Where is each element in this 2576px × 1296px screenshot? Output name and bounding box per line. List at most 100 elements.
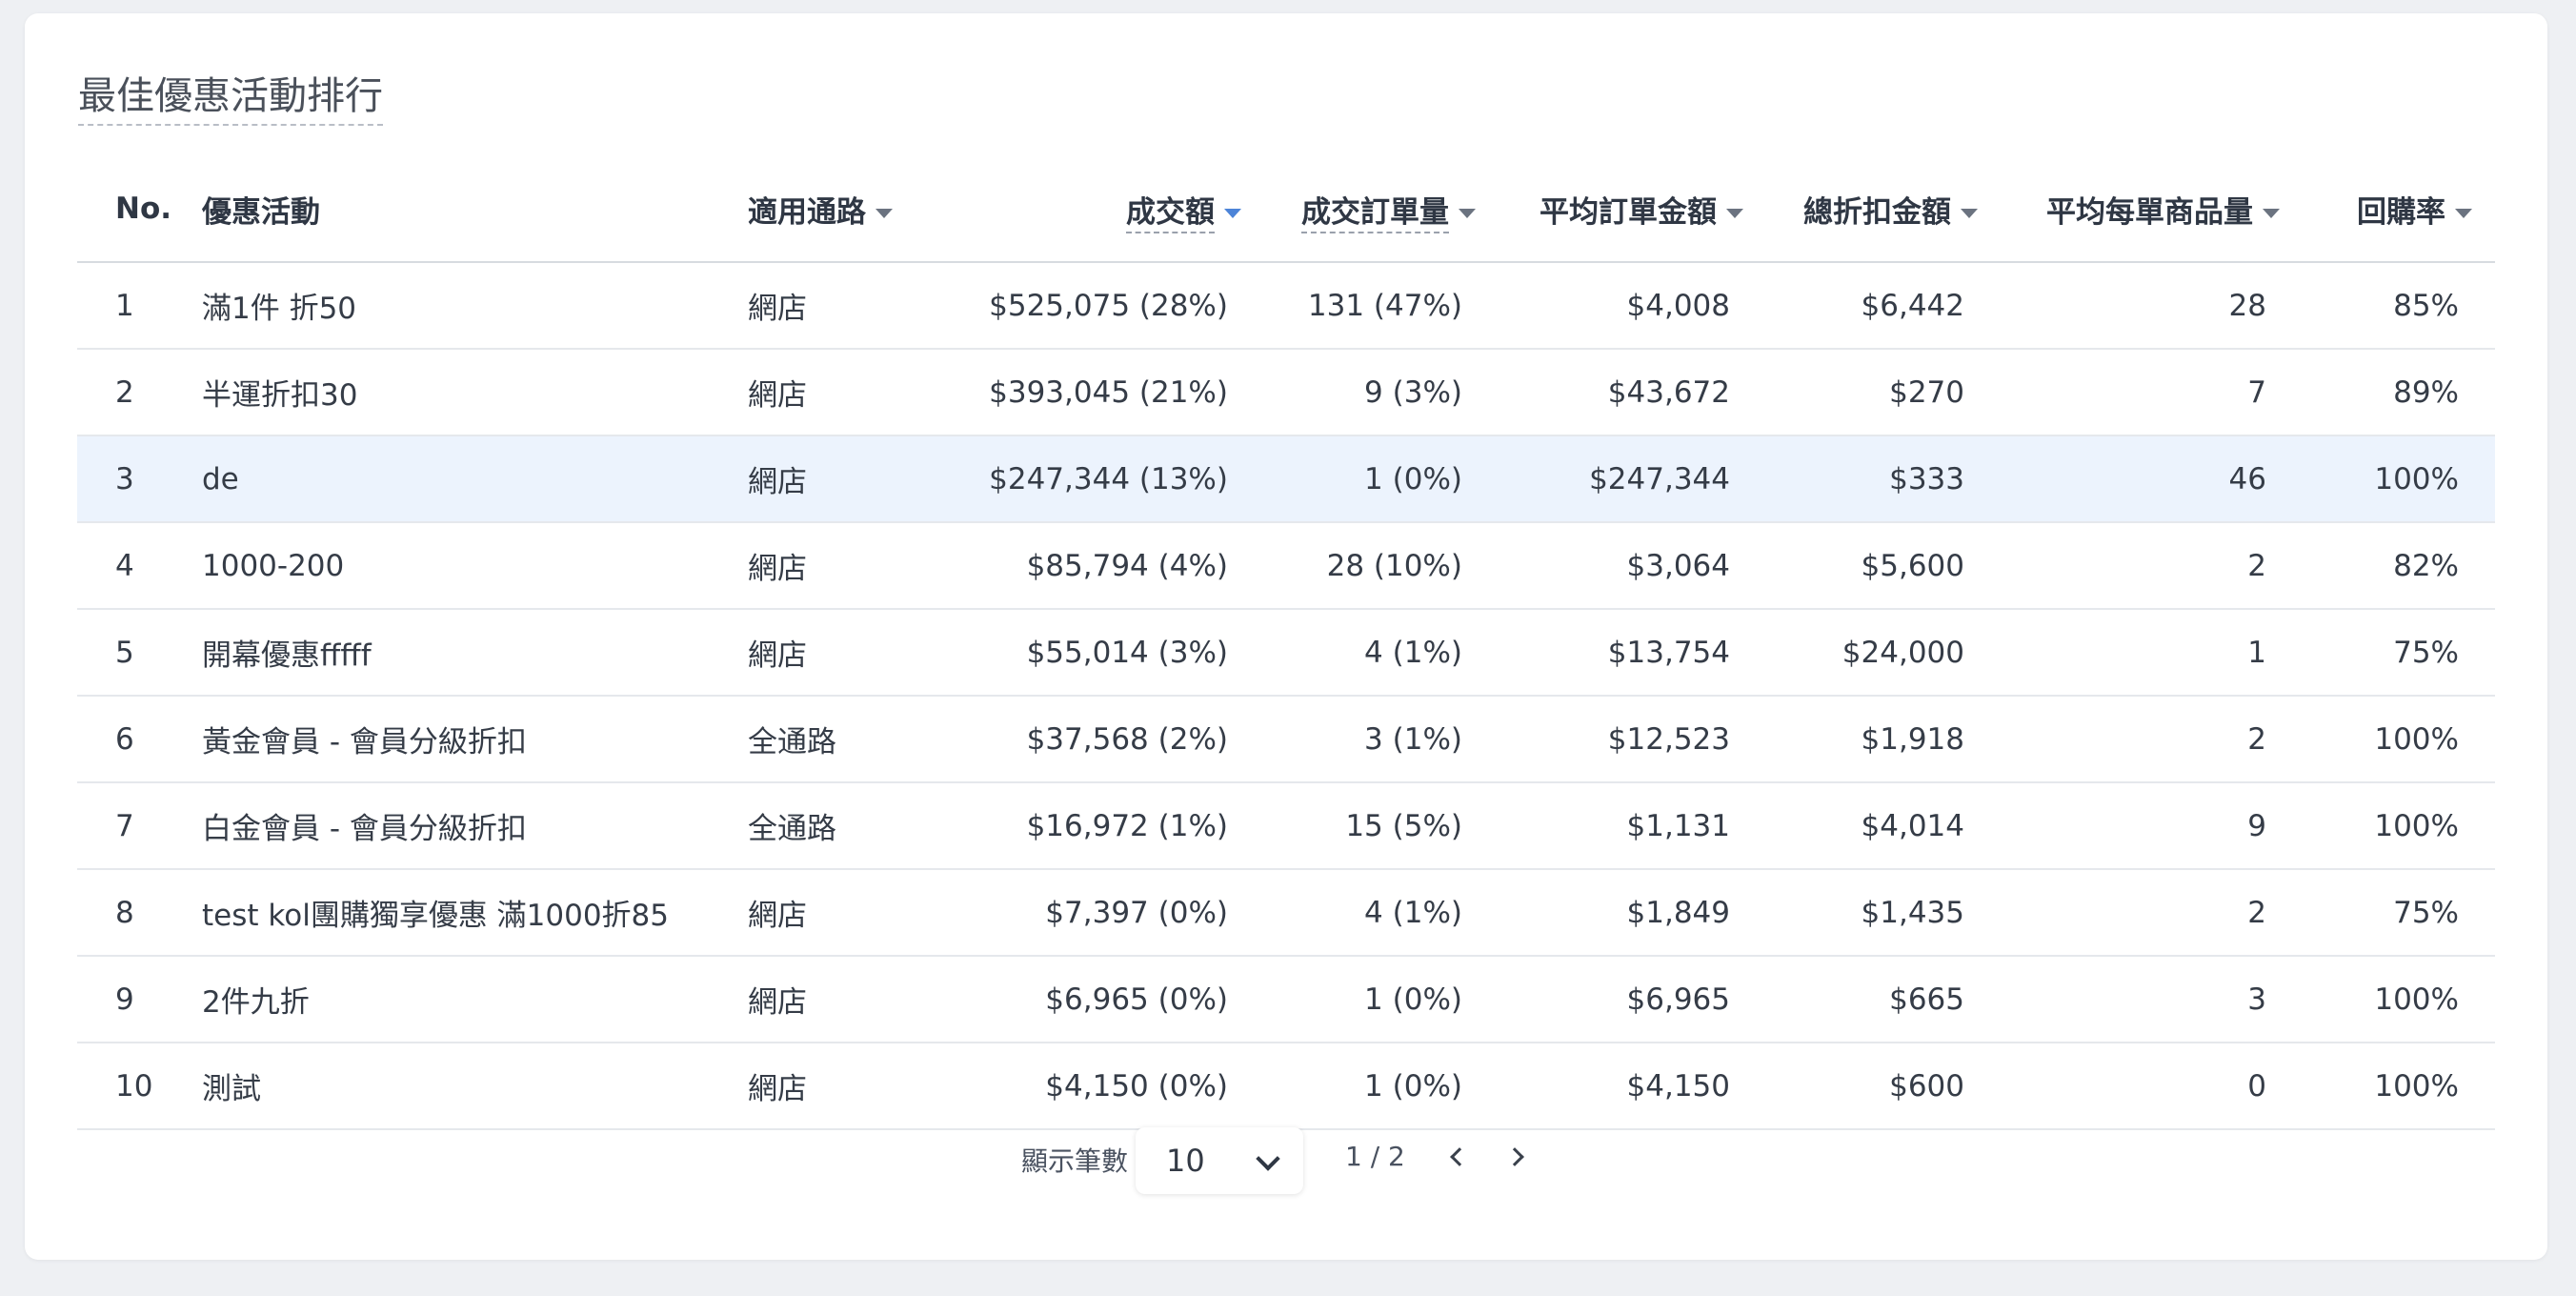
cell-discount: $333 <box>1766 435 2001 523</box>
cell-campaign: 測試 <box>202 1043 748 1130</box>
sort-caret-icon[interactable] <box>1459 209 1476 218</box>
cell-repurchase: 89% <box>2303 349 2495 436</box>
cell-discount: $665 <box>1766 956 2001 1043</box>
cell-avg-items: 7 <box>2001 349 2303 436</box>
cell-no: 4 <box>77 522 202 610</box>
cell-repurchase: 82% <box>2303 522 2495 610</box>
table-row: 2 半運折扣30 網店 $393,045 (21%) 9 (3%) $43,67… <box>77 349 2495 436</box>
cell-no: 3 <box>77 435 202 523</box>
cell-avg-order: $1,849 <box>1499 869 1766 957</box>
cell-avg-order: $6,965 <box>1499 956 1766 1043</box>
table-row: 6 黃金會員 - 會員分級折扣 全通路 $37,568 (2%) 3 (1%) … <box>77 696 2495 783</box>
cell-channel: 網店 <box>748 262 900 350</box>
cell-revenue: $55,014 (3%) <box>900 609 1264 697</box>
cell-repurchase: 100% <box>2303 696 2495 783</box>
cell-avg-order: $247,344 <box>1499 435 1766 523</box>
cell-revenue: $37,568 (2%) <box>900 696 1264 783</box>
cell-discount: $4,014 <box>1766 782 2001 870</box>
cell-avg-items: 2 <box>2001 869 2303 957</box>
cell-avg-items: 46 <box>2001 435 2303 523</box>
cell-discount: $1,918 <box>1766 696 2001 783</box>
table-row-highlighted: 3 de 網店 $247,344 (13%) 1 (0%) $247,344 $… <box>77 435 2495 523</box>
table-row: 7 白金會員 - 會員分級折扣 全通路 $16,972 (1%) 15 (5%)… <box>77 782 2495 870</box>
column-header-orders[interactable]: 成交訂單量 <box>1264 156 1499 263</box>
ranking-card: 最佳優惠活動排行 No. 優惠活動 適用通路 成交額 成交訂單量 平均訂單金額 … <box>25 13 2547 1260</box>
cell-avg-items: 1 <box>2001 609 2303 697</box>
cell-avg-order: $13,754 <box>1499 609 1766 697</box>
sort-caret-icon[interactable] <box>875 209 893 218</box>
page-size-select[interactable]: 10 <box>1136 1127 1303 1194</box>
cell-no: 9 <box>77 956 202 1043</box>
cell-avg-order: $12,523 <box>1499 696 1766 783</box>
chevron-left-icon[interactable] <box>1439 1139 1474 1173</box>
cell-discount: $24,000 <box>1766 609 2001 697</box>
cell-repurchase: 100% <box>2303 1043 2495 1130</box>
column-header-repurchase[interactable]: 回購率 <box>2303 156 2495 263</box>
cell-revenue: $525,075 (28%) <box>900 262 1264 350</box>
cell-avg-order: $4,008 <box>1499 262 1766 350</box>
cell-revenue: $6,965 (0%) <box>900 956 1264 1043</box>
cell-orders: 1 (0%) <box>1264 956 1499 1043</box>
cell-channel: 網店 <box>748 1043 900 1130</box>
cell-revenue: $4,150 (0%) <box>900 1043 1264 1130</box>
cell-revenue: $16,972 (1%) <box>900 782 1264 870</box>
page-size-value: 10 <box>1166 1143 1205 1179</box>
cell-avg-order: $4,150 <box>1499 1043 1766 1130</box>
column-header-revenue[interactable]: 成交額 <box>900 156 1264 263</box>
cell-orders: 9 (3%) <box>1264 349 1499 436</box>
cell-no: 2 <box>77 349 202 436</box>
column-header-discount[interactable]: 總折扣金額 <box>1766 156 2001 263</box>
chevron-right-icon[interactable] <box>1500 1139 1535 1173</box>
cell-campaign: 滿1件 折50 <box>202 262 748 350</box>
cell-avg-items: 0 <box>2001 1043 2303 1130</box>
cell-discount: $5,600 <box>1766 522 2001 610</box>
cell-revenue: $393,045 (21%) <box>900 349 1264 436</box>
cell-avg-items: 2 <box>2001 696 2303 783</box>
cell-campaign: 黃金會員 - 會員分級折扣 <box>202 696 748 783</box>
column-header-avg-items[interactable]: 平均每單商品量 <box>2001 156 2303 263</box>
cell-revenue: $85,794 (4%) <box>900 522 1264 610</box>
column-header-channel[interactable]: 適用通路 <box>748 156 900 263</box>
cell-repurchase: 85% <box>2303 262 2495 350</box>
cell-no: 6 <box>77 696 202 783</box>
cell-revenue: $247,344 (13%) <box>900 435 1264 523</box>
cell-channel: 網店 <box>748 435 900 523</box>
table-row: 10 測試 網店 $4,150 (0%) 1 (0%) $4,150 $600 … <box>77 1043 2495 1130</box>
column-header-avg-order[interactable]: 平均訂單金額 <box>1499 156 1766 263</box>
cell-no: 10 <box>77 1043 202 1130</box>
cell-avg-items: 9 <box>2001 782 2303 870</box>
cell-avg-items: 3 <box>2001 956 2303 1043</box>
cell-repurchase: 75% <box>2303 609 2495 697</box>
cell-discount: $1,435 <box>1766 869 2001 957</box>
sort-caret-icon[interactable] <box>2263 209 2280 218</box>
cell-revenue: $7,397 (0%) <box>900 869 1264 957</box>
cell-campaign: 白金會員 - 會員分級折扣 <box>202 782 748 870</box>
cell-orders: 28 (10%) <box>1264 522 1499 610</box>
cell-no: 8 <box>77 869 202 957</box>
cell-channel: 網店 <box>748 609 900 697</box>
cell-orders: 3 (1%) <box>1264 696 1499 783</box>
cell-channel: 網店 <box>748 349 900 436</box>
chevron-down-icon <box>1256 1146 1280 1171</box>
table-row: 4 1000-200 網店 $85,794 (4%) 28 (10%) $3,0… <box>77 522 2495 610</box>
sort-caret-icon[interactable] <box>1726 209 1743 218</box>
column-header-campaign: 優惠活動 <box>202 156 748 263</box>
card-title: 最佳優惠活動排行 <box>78 71 383 126</box>
cell-repurchase: 100% <box>2303 782 2495 870</box>
cell-campaign: 半運折扣30 <box>202 349 748 436</box>
cell-no: 1 <box>77 262 202 350</box>
cell-channel: 網店 <box>748 869 900 957</box>
cell-channel: 全通路 <box>748 782 900 870</box>
cell-avg-order: $3,064 <box>1499 522 1766 610</box>
cell-campaign: 1000-200 <box>202 522 748 610</box>
cell-avg-order: $1,131 <box>1499 782 1766 870</box>
sort-caret-icon[interactable] <box>1961 209 1978 218</box>
sort-caret-active-icon[interactable] <box>1224 209 1241 218</box>
cell-campaign: de <box>202 435 748 523</box>
cell-orders: 1 (0%) <box>1264 1043 1499 1130</box>
sort-caret-icon[interactable] <box>2455 209 2472 218</box>
pagination: 顯示筆數 10 1 / 2 <box>0 1120 2576 1196</box>
column-header-no: No. <box>77 156 202 263</box>
cell-discount: $270 <box>1766 349 2001 436</box>
table-row: 8 test kol團購獨享優惠 滿1000折85 網店 $7,397 (0%)… <box>77 869 2495 957</box>
